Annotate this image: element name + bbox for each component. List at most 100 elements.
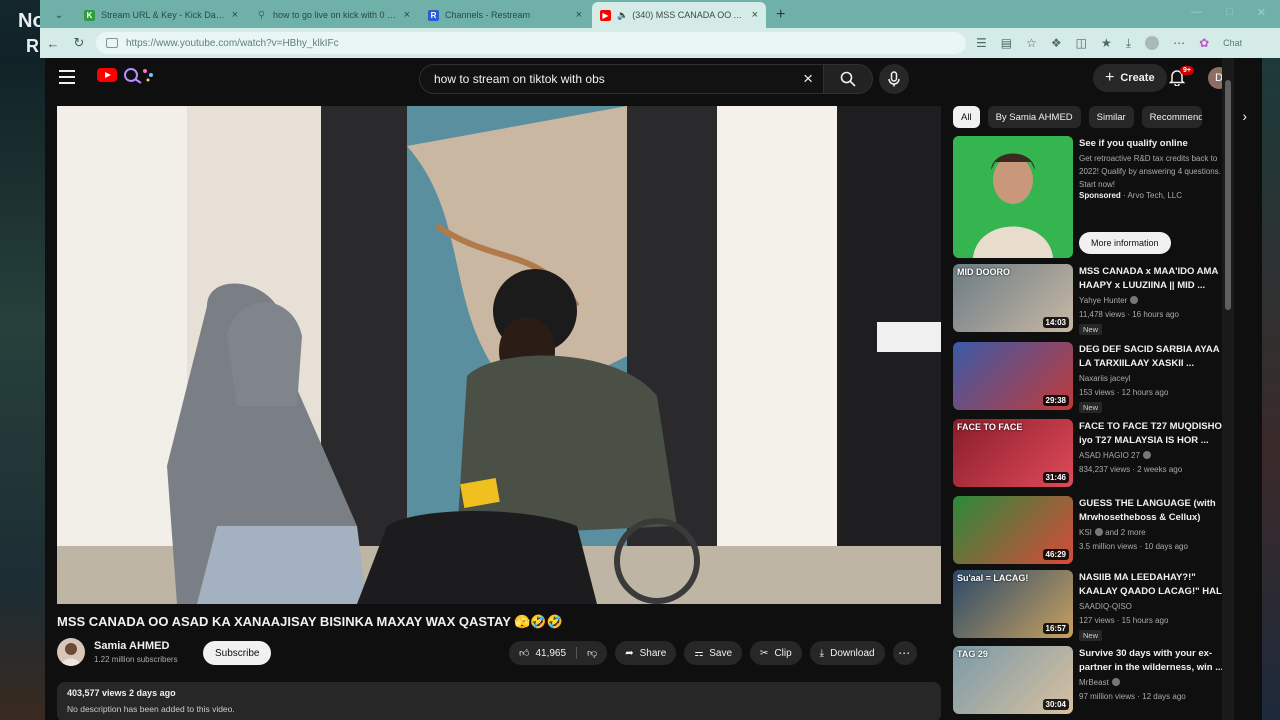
subscribe-button[interactable]: Subscribe	[203, 641, 272, 665]
clear-search-icon[interactable]: ×	[803, 69, 813, 89]
tab-strip: ⌄ K Stream URL & Key - Kick Dashboard × …	[40, 0, 1280, 28]
close-icon[interactable]: ×	[404, 9, 410, 21]
channel-name[interactable]: Naxariis jaceyl	[1079, 374, 1131, 383]
search-input[interactable]: how to stream on tiktok with obs ×	[419, 64, 823, 94]
dislike-button[interactable]: 👎︎	[577, 647, 607, 659]
related-video[interactable]: FACE TO FACE 31:46 FACE TO FACE T27 MUQDIS…	[953, 419, 1253, 489]
video-meta: 97 million views · 12 days ago	[1079, 692, 1186, 701]
close-icon[interactable]: ×	[232, 9, 238, 21]
video-title[interactable]: MSS CANADA x MAA'IDO AMA HAAPY x LUUZIIN…	[1079, 265, 1229, 293]
channel-name[interactable]: Samia AHMED	[94, 640, 169, 652]
video-thumbnail[interactable]: FACE TO FACE 31:46	[953, 419, 1073, 487]
scrollbar-thumb[interactable]	[1225, 80, 1231, 310]
site-info-icon[interactable]	[106, 38, 118, 48]
like-button[interactable]: 👍︎ 41,965	[519, 647, 578, 659]
video-thumbnail[interactable]: 29:38	[953, 342, 1073, 410]
video-title[interactable]: FACE TO FACE T27 MUQDISHO iyo T27 MALAYS…	[1079, 420, 1229, 448]
video-title[interactable]: DEG DEF SACID SARBIA AYAA LA TARXIILAAY …	[1079, 343, 1229, 371]
download-icon[interactable]: ⤓	[1126, 36, 1131, 51]
split-icon[interactable]: ◫	[1076, 36, 1087, 50]
related-video[interactable]: 46:29 GUESS THE LANGUAGE (with Mrwhosethe…	[953, 496, 1253, 566]
channel-name[interactable]: KSI and 2 more	[1079, 528, 1146, 537]
sponsored-ad[interactable]: See if you qualify online Get retroactiv…	[953, 136, 1253, 258]
download-button[interactable]: ⤓ Download	[809, 641, 885, 665]
maximize-icon[interactable]: □	[1226, 6, 1233, 19]
extension-icon[interactable]: ❖	[1051, 36, 1062, 50]
close-icon[interactable]: ×	[752, 9, 758, 21]
tab-menu-button[interactable]: ⌄	[50, 6, 68, 24]
more-information-button[interactable]: More information	[1079, 232, 1171, 254]
related-video[interactable]: Su'aal = LACAG! 16:57 NASIIB MA LEEDAHAY?!…	[953, 570, 1253, 641]
scrollbar[interactable]	[1222, 58, 1234, 720]
desktop-text: R	[26, 36, 39, 56]
video-thumbnail[interactable]: MID DOORO 14:03	[953, 264, 1073, 332]
chip-by-channel[interactable]: By Samia AHMED	[987, 106, 1081, 128]
favorite-icon[interactable]: ☆	[1026, 36, 1037, 50]
browser-tab-active[interactable]: ▶ 🔈 (340) MSS CANADA OO ASAD ×	[592, 2, 766, 28]
back-icon[interactable]: ←	[40, 36, 66, 51]
ad-thumbnail[interactable]	[953, 136, 1073, 258]
youtube-logo-icon[interactable]	[97, 68, 117, 82]
speaker-icon[interactable]: 🔈	[617, 10, 628, 21]
minimize-icon[interactable]: —	[1191, 6, 1202, 19]
video-meta: 127 views · 15 hours ago	[1079, 616, 1169, 625]
chip-similar[interactable]: Similar	[1088, 106, 1134, 128]
browser-tab[interactable]: ⚲ how to go live on kick with 0 follower…	[248, 2, 418, 28]
description-box[interactable]: 403,577 views 2 days ago No description …	[57, 682, 941, 720]
voice-search-button[interactable]	[879, 64, 909, 94]
translate-icon[interactable]: ▤	[1001, 36, 1012, 50]
verified-icon	[1130, 296, 1139, 304]
favorites-icon[interactable]: ★	[1101, 36, 1112, 50]
channel-name[interactable]: Yahye Hunter	[1079, 296, 1139, 305]
copilot-icon[interactable]: ✿	[1199, 36, 1209, 50]
related-video[interactable]: TAG 29 30:04 Survive 30 days with your ex-…	[953, 646, 1253, 716]
browser-toolbar: ☰ ▤ ☆ ❖ ◫ ★ ⤓ ⋯ ✿ Chat	[976, 36, 1242, 51]
chip-recommended[interactable]: Recommended	[1141, 106, 1202, 128]
related-video[interactable]: MID DOORO 14:03 MSS CANADA x MAA'IDO AMA H…	[953, 264, 1253, 335]
browser-tab[interactable]: R Channels - Restream ×	[420, 2, 590, 28]
video-thumbnail[interactable]: TAG 29 30:04	[953, 646, 1073, 714]
menu-icon[interactable]	[59, 70, 75, 88]
close-icon[interactable]: ×	[576, 9, 582, 21]
new-tab-button[interactable]: +	[776, 6, 785, 24]
video-title[interactable]: NASIIB MA LEEDAHAY?!" KAALAY QAADO LACAG…	[1079, 571, 1229, 599]
video-title[interactable]: Survive 30 days with your ex-partner in …	[1079, 647, 1229, 675]
new-badge: New	[1079, 630, 1103, 641]
create-button[interactable]: + Create	[1093, 64, 1167, 92]
ad-image	[953, 136, 1073, 258]
channel-name[interactable]: SAADIQ-QISO	[1079, 602, 1132, 611]
new-badge: New	[1079, 324, 1103, 335]
yt-header: how to stream on tiktok with obs × + Cre…	[45, 58, 1262, 98]
video-duration: 29:38	[1042, 395, 1069, 406]
profile-avatar[interactable]	[1145, 36, 1160, 50]
chat-label[interactable]: Chat	[1223, 38, 1242, 48]
reload-icon[interactable]: ↻	[66, 35, 92, 51]
sponsored-label: Sponsored	[1079, 191, 1121, 200]
related-video[interactable]: 29:38 DEG DEF SACID SARBIA AYAA LA TARXII…	[953, 342, 1253, 413]
close-window-icon[interactable]: ✕	[1257, 6, 1266, 19]
save-button[interactable]: ⚎ Save	[684, 641, 743, 665]
channel-name[interactable]: MrBeast	[1079, 678, 1120, 687]
youtube-icon: ▶	[600, 9, 611, 21]
more-icon[interactable]: ⋯	[1173, 36, 1185, 50]
video-player[interactable]	[57, 106, 941, 604]
like-count: 41,965	[535, 647, 567, 659]
search-icon: ⚲	[257, 9, 266, 21]
browser-tab[interactable]: K Stream URL & Key - Kick Dashboard ×	[76, 2, 246, 28]
url-field[interactable]: https://www.youtube.com/watch?v=HBhy_klk…	[96, 32, 966, 54]
chevron-right-icon[interactable]: ›	[1242, 108, 1247, 124]
channel-avatar[interactable]	[57, 638, 85, 666]
chip-all[interactable]: All	[953, 106, 980, 128]
verified-icon	[1111, 678, 1120, 686]
video-thumbnail[interactable]: Su'aal = LACAG! 16:57	[953, 570, 1073, 638]
thumbnail-text: MID DOORO	[957, 267, 1010, 277]
search-button[interactable]	[823, 64, 873, 94]
more-actions-button[interactable]: ⋯	[892, 641, 917, 665]
channel-name[interactable]: ASAD HAGIO 27	[1079, 451, 1151, 460]
clip-button[interactable]: ✂ Clip	[750, 641, 802, 665]
video-thumbnail[interactable]: 46:29	[953, 496, 1073, 564]
reader-icon[interactable]: ☰	[976, 36, 987, 50]
doodle-icon[interactable]	[121, 66, 157, 84]
video-title[interactable]: GUESS THE LANGUAGE (with Mrwhosetheboss …	[1079, 497, 1229, 525]
share-button[interactable]: ➦ Share	[615, 641, 677, 665]
